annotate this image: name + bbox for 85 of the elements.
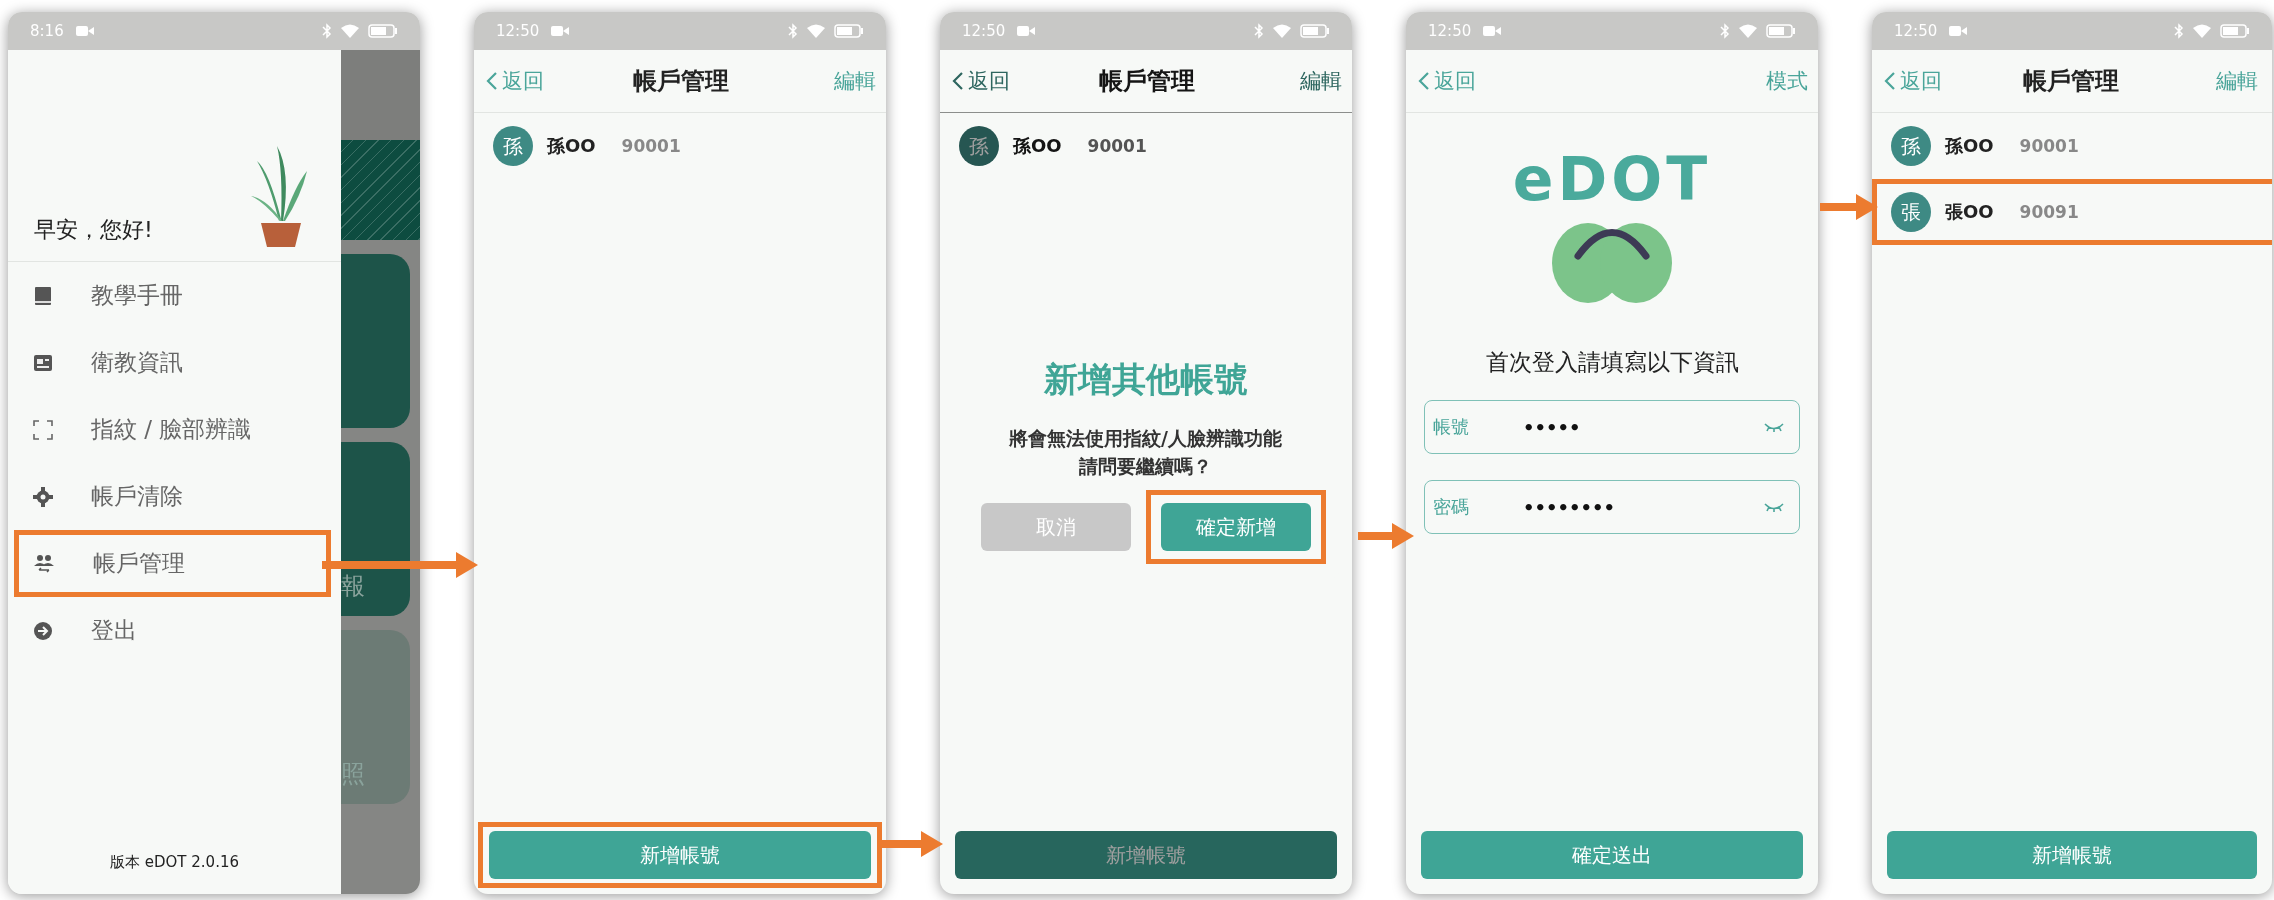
app-logo-text: eDOT (1512, 149, 1712, 209)
greeting-text: 早安，您好! (34, 216, 153, 244)
avatar: 孫 (959, 126, 999, 166)
account-name: 孫OO (547, 134, 596, 158)
dialog-button[interactable]: 確定新增 (1161, 503, 1311, 552)
account-number: 90001 (621, 136, 681, 156)
account-number: 90091 (2019, 202, 2079, 222)
avatar: 孫 (1891, 126, 1931, 166)
book-icon (33, 285, 53, 306)
battery-icon (1300, 24, 1330, 38)
screen-title: 帳戶管理 (633, 66, 729, 97)
add-account-button[interactable]: 新增帳號 (1887, 831, 2257, 879)
status-time: 12:50 (496, 22, 540, 40)
status-time: 12:50 (962, 22, 1006, 40)
chevron-left-icon (1884, 71, 1896, 91)
account-row[interactable]: 孫 孫OO 90001 (1877, 118, 2272, 174)
dialog-message: 請問要繼續嗎？ (1078, 453, 1213, 479)
chevron-left-icon (952, 71, 964, 91)
bluetooth-icon (1720, 23, 1730, 39)
screen-title: 帳戶管理 (2023, 66, 2119, 97)
back-button[interactable]: 返回 (1884, 67, 1942, 95)
menu-item[interactable]: 教學手冊 (19, 267, 326, 324)
status-time: 12:50 (1894, 22, 1938, 40)
menu-item[interactable]: 帳戶清除 (19, 468, 326, 525)
flow-arrow (1358, 523, 1414, 549)
video-camera-icon (1483, 25, 1502, 37)
battery-icon (368, 24, 398, 38)
menu-item[interactable]: 衛教資訊 (19, 334, 326, 391)
status-time: 12:50 (1428, 22, 1472, 40)
dialog-title: 新增其他帳號 (1042, 358, 1249, 401)
edit-button[interactable]: 編輯 (834, 67, 876, 95)
video-camera-icon (1949, 25, 1968, 37)
wifi-icon (1738, 23, 1758, 39)
version-text: 版本 eDOT 2.0.16 (109, 853, 240, 873)
wifi-icon (1272, 23, 1292, 39)
card-label: 報 (341, 571, 365, 602)
screen-title: 帳戶管理 (1099, 66, 1195, 97)
scan-frame-icon (33, 419, 53, 440)
account-name: 孫OO (1013, 134, 1062, 158)
prompt-text: 首次登入請填寫以下資訊 (1485, 348, 1739, 377)
bluetooth-icon (2174, 23, 2184, 39)
input-field[interactable]: 密碼 •••••••• (1424, 480, 1800, 534)
add-account-button[interactable]: 新增帳號 (489, 831, 871, 879)
edit-button[interactable]: 編輯 (1300, 67, 1342, 95)
wifi-icon (340, 23, 360, 39)
bluetooth-icon (1254, 23, 1264, 39)
wifi-icon (806, 23, 826, 39)
video-camera-icon (75, 25, 94, 37)
submit-button[interactable]: 確定送出 (1421, 831, 1803, 879)
closed-eye-icon (1763, 501, 1785, 513)
back-button[interactable]: 返回 (486, 67, 544, 95)
account-row[interactable]: 張 張OO 90091 (1877, 184, 2272, 240)
status-time: 8:16 (30, 22, 64, 40)
gear-icon (33, 486, 53, 507)
closed-eye-icon (1763, 421, 1785, 433)
avatar: 孫 (493, 126, 533, 166)
edit-button[interactable]: 編輯 (2216, 67, 2258, 95)
bluetooth-icon (322, 23, 332, 39)
account-name: 張OO (1945, 200, 1994, 224)
video-camera-icon (551, 25, 570, 37)
video-camera-icon (1017, 25, 1036, 37)
menu-item[interactable]: 指紋 / 臉部辨識 (19, 401, 326, 458)
account-name: 孫OO (1945, 134, 1994, 158)
menu-item[interactable]: 帳戶管理 (19, 535, 326, 592)
battery-icon (2220, 24, 2250, 38)
newspaper-icon (33, 352, 53, 373)
battery-icon (1766, 24, 1796, 38)
mode-button[interactable]: 模式 (1766, 67, 1808, 95)
back-button[interactable]: 返回 (952, 67, 1010, 95)
arrow-circle-icon (33, 620, 53, 641)
battery-icon (834, 24, 864, 38)
account-row[interactable]: 孫 孫OO 90001 (945, 118, 1352, 174)
menu-item[interactable]: 登出 (19, 602, 326, 659)
people-icon (33, 553, 55, 574)
input-field[interactable]: 帳號 ••••• (1424, 400, 1800, 454)
bluetooth-icon (788, 23, 798, 39)
dialog-message: 將會無法使用指紋/人臉辨識功能 (1008, 426, 1283, 451)
avatar: 張 (1891, 192, 1931, 232)
back-button[interactable]: 返回 (1418, 67, 1476, 95)
chevron-left-icon (1418, 71, 1430, 91)
account-number: 90001 (2019, 136, 2079, 156)
account-row[interactable]: 孫 孫OO 90001 (479, 118, 886, 174)
wifi-icon (2192, 23, 2212, 39)
chevron-left-icon (486, 71, 498, 91)
account-number: 90001 (1087, 136, 1147, 156)
